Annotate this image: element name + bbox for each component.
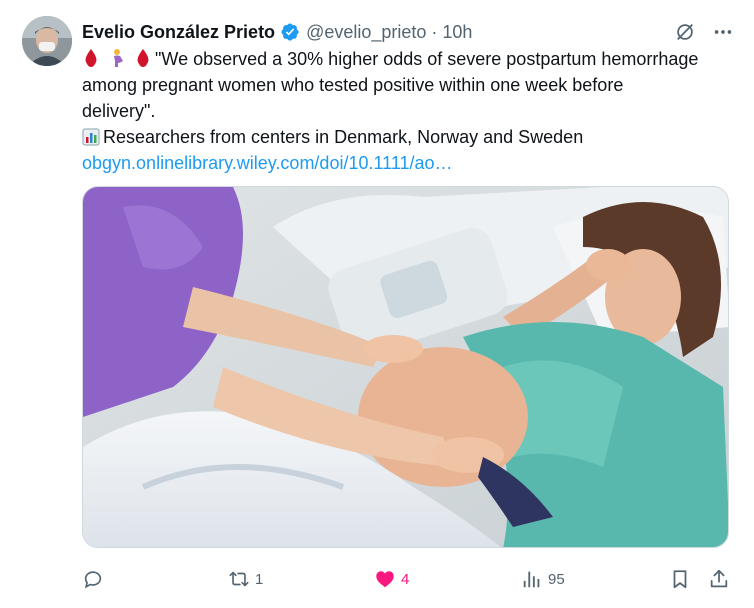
- retweet-count: 1: [255, 570, 264, 588]
- verified-badge-icon: [281, 23, 299, 41]
- reply-button[interactable]: [82, 566, 109, 592]
- author-handle[interactable]: @evelio_prieto: [306, 22, 426, 43]
- drop-of-blood-icon: [137, 49, 149, 67]
- reply-icon: [84, 571, 102, 589]
- action-bar: 1 4 95: [82, 566, 732, 592]
- bar-chart-icon: [82, 128, 100, 146]
- views-button[interactable]: 95: [521, 566, 565, 592]
- text-line-4-content: Researchers from centers in Denmark, Nor…: [103, 127, 584, 147]
- author-name[interactable]: Evelio González Prieto: [82, 22, 275, 43]
- views-count: 95: [548, 570, 565, 588]
- like-count: 4: [401, 570, 410, 588]
- pregnant-woman-icon: [114, 49, 124, 67]
- share-icon: [710, 569, 728, 588]
- retweet-button[interactable]: 1: [228, 566, 263, 592]
- like-button[interactable]: 4: [374, 566, 409, 592]
- bookmark-icon: [673, 570, 687, 589]
- tweet-header: Evelio González Prieto @evelio_prieto · …: [82, 20, 734, 44]
- share-button[interactable]: [708, 566, 730, 592]
- tweet-text: "We observed a 30% higher odds of severe…: [82, 46, 737, 176]
- more-options-icon[interactable]: [712, 21, 734, 43]
- avatar[interactable]: [22, 16, 72, 66]
- heart-icon: [376, 571, 394, 588]
- tweet-photo[interactable]: [82, 186, 729, 548]
- retweet-icon: [229, 571, 249, 587]
- timestamp[interactable]: 10h: [442, 22, 472, 43]
- bookmark-button[interactable]: [669, 566, 691, 592]
- text-line-4: Researchers from centers in Denmark, Nor…: [82, 124, 737, 150]
- text-line-3: delivery".: [82, 101, 156, 121]
- grok-icon[interactable]: [674, 21, 696, 43]
- views-icon: [523, 571, 540, 588]
- text-line-1: "We observed a 30% higher odds of severe…: [82, 46, 737, 72]
- drop-of-blood-icon: [85, 49, 97, 67]
- text-line-1-content: "We observed a 30% higher odds of severe…: [155, 49, 699, 69]
- separator-dot: ·: [431, 21, 438, 42]
- text-line-2: among pregnant women who tested positive…: [82, 75, 624, 95]
- article-link[interactable]: obgyn.onlinelibrary.wiley.com/doi/10.111…: [82, 150, 737, 176]
